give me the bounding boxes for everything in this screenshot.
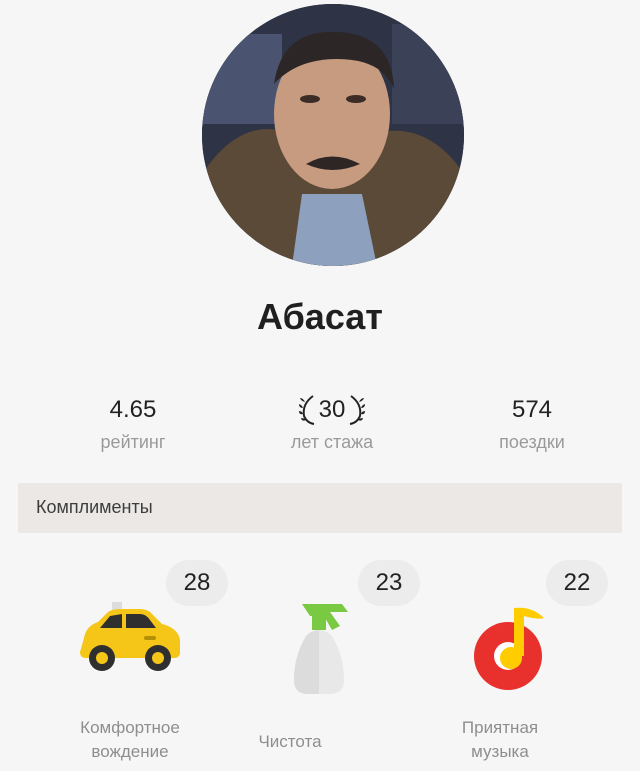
- experience-value: 30: [318, 396, 346, 423]
- compliment-label: Чистота: [258, 732, 322, 751]
- music-note-icon: [474, 607, 544, 690]
- compliments-header: Комплименты: [18, 483, 622, 533]
- driver-name: Абасат: [257, 296, 383, 337]
- trips-label: поездки: [499, 432, 565, 452]
- spray-bottle-icon: [294, 604, 348, 694]
- stat-trips: 574 поездки: [432, 394, 632, 453]
- experience-label: лет стажа: [290, 432, 374, 452]
- experience-badge: 30: [298, 394, 366, 426]
- driver-profile: Абасат 4.65 рейтинг 30 лет стажа 574 пое…: [0, 0, 640, 771]
- compliments-title: Комплименты: [36, 497, 153, 517]
- stat-rating: 4.65 рейтинг: [33, 394, 233, 453]
- taxi-car-icon: [80, 602, 180, 671]
- stat-experience: 30 лет стажа: [232, 394, 432, 453]
- driver-photo: [202, 4, 464, 266]
- laurel-left-icon: [298, 395, 314, 425]
- avatar: [202, 4, 464, 266]
- rating-value: 4.65: [109, 396, 157, 423]
- laurel-right-icon: [350, 395, 366, 425]
- rating-label: рейтинг: [100, 432, 166, 452]
- compliment-pleasant-music[interactable]: 22 Приятная музыка: [410, 560, 610, 771]
- trips-value: 574: [511, 396, 553, 423]
- compliment-label: Приятная музыка: [461, 718, 539, 761]
